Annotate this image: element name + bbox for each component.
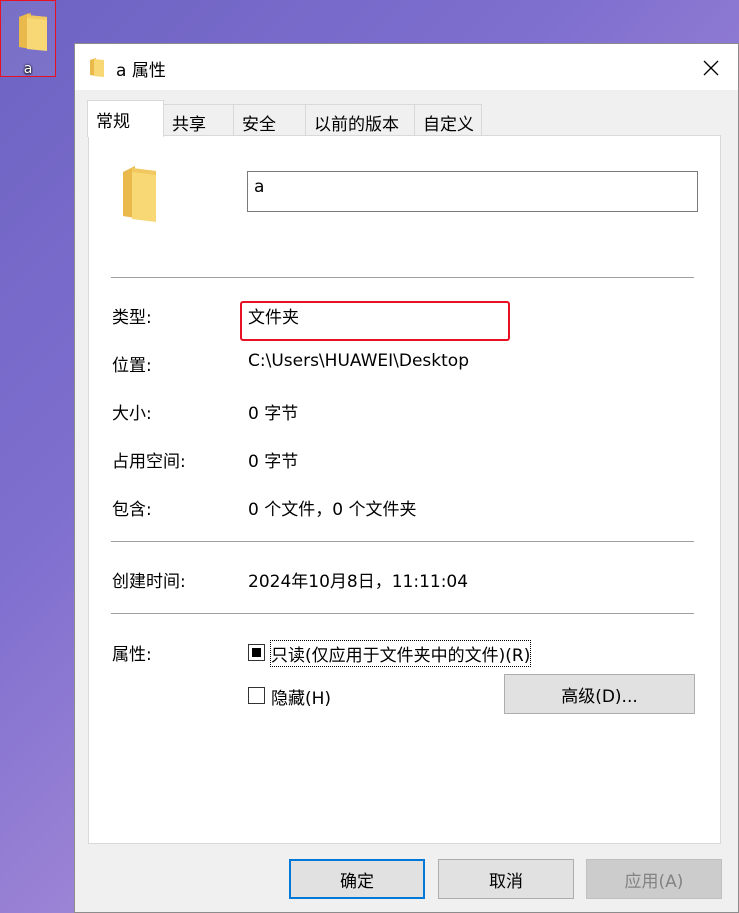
- folder-icon: [17, 11, 49, 55]
- apply-button[interactable]: 应用(A): [586, 859, 722, 899]
- tab-previous-versions[interactable]: 以前的版本: [305, 104, 415, 135]
- location-value[interactable]: C:\Users\HUAWEI\Desktop: [248, 351, 469, 371]
- ok-button[interactable]: 确定: [289, 859, 425, 899]
- location-label: 位置:: [112, 356, 152, 376]
- cancel-button[interactable]: 取消: [438, 859, 574, 899]
- location-highlight-box: [240, 301, 510, 341]
- size-on-disk-label: 占用空间:: [112, 452, 186, 472]
- folder-name-input[interactable]: [247, 171, 698, 212]
- indeterminate-mark: [252, 648, 261, 657]
- size-label: 大小:: [112, 404, 152, 424]
- properties-dialog: a 属性 常规 共享 安全 以前的版本 自定义 类型: 文件夹: [74, 43, 739, 913]
- window-title: a 属性: [116, 61, 166, 81]
- contains-label: 包含:: [112, 500, 152, 520]
- advanced-button[interactable]: 高级(D)...: [504, 674, 695, 714]
- created-value[interactable]: 2024年10月8日，11:11:04: [248, 567, 468, 592]
- tab-customize[interactable]: 自定义: [414, 104, 482, 135]
- readonly-checkbox[interactable]: [248, 644, 265, 661]
- folder-icon: [89, 57, 105, 81]
- folder-icon: [122, 164, 158, 226]
- created-label: 创建时间:: [112, 572, 186, 592]
- contains-value[interactable]: 0 个文件，0 个文件夹: [248, 495, 416, 520]
- close-icon: [703, 60, 719, 76]
- divider: [111, 613, 694, 614]
- tab-security[interactable]: 安全: [233, 104, 306, 135]
- desktop: 吾 戌 a a 属性: [0, 0, 739, 913]
- divider: [111, 541, 694, 542]
- tab-general[interactable]: 常规: [87, 100, 164, 137]
- type-label: 类型:: [112, 308, 152, 328]
- close-button[interactable]: [694, 51, 728, 85]
- readonly-checkbox-label[interactable]: 只读(仅应用于文件夹中的文件)(R): [269, 640, 532, 667]
- attributes-label: 属性:: [112, 645, 152, 665]
- tab-sharing[interactable]: 共享: [163, 104, 234, 135]
- title-bar[interactable]: a 属性: [75, 44, 738, 90]
- hidden-checkbox[interactable]: [248, 687, 265, 704]
- size-value[interactable]: 0 字节: [248, 399, 298, 424]
- desktop-folder-label: a: [23, 61, 33, 77]
- hidden-checkbox-label[interactable]: 隐藏(H): [271, 684, 331, 709]
- divider: [111, 277, 694, 278]
- desktop-folder-icon-selected[interactable]: a: [0, 0, 56, 77]
- size-on-disk-value[interactable]: 0 字节: [248, 447, 298, 472]
- general-tab-panel: 类型: 文件夹 位置: C:\Users\HUAWEI\Desktop 大小: …: [88, 135, 721, 844]
